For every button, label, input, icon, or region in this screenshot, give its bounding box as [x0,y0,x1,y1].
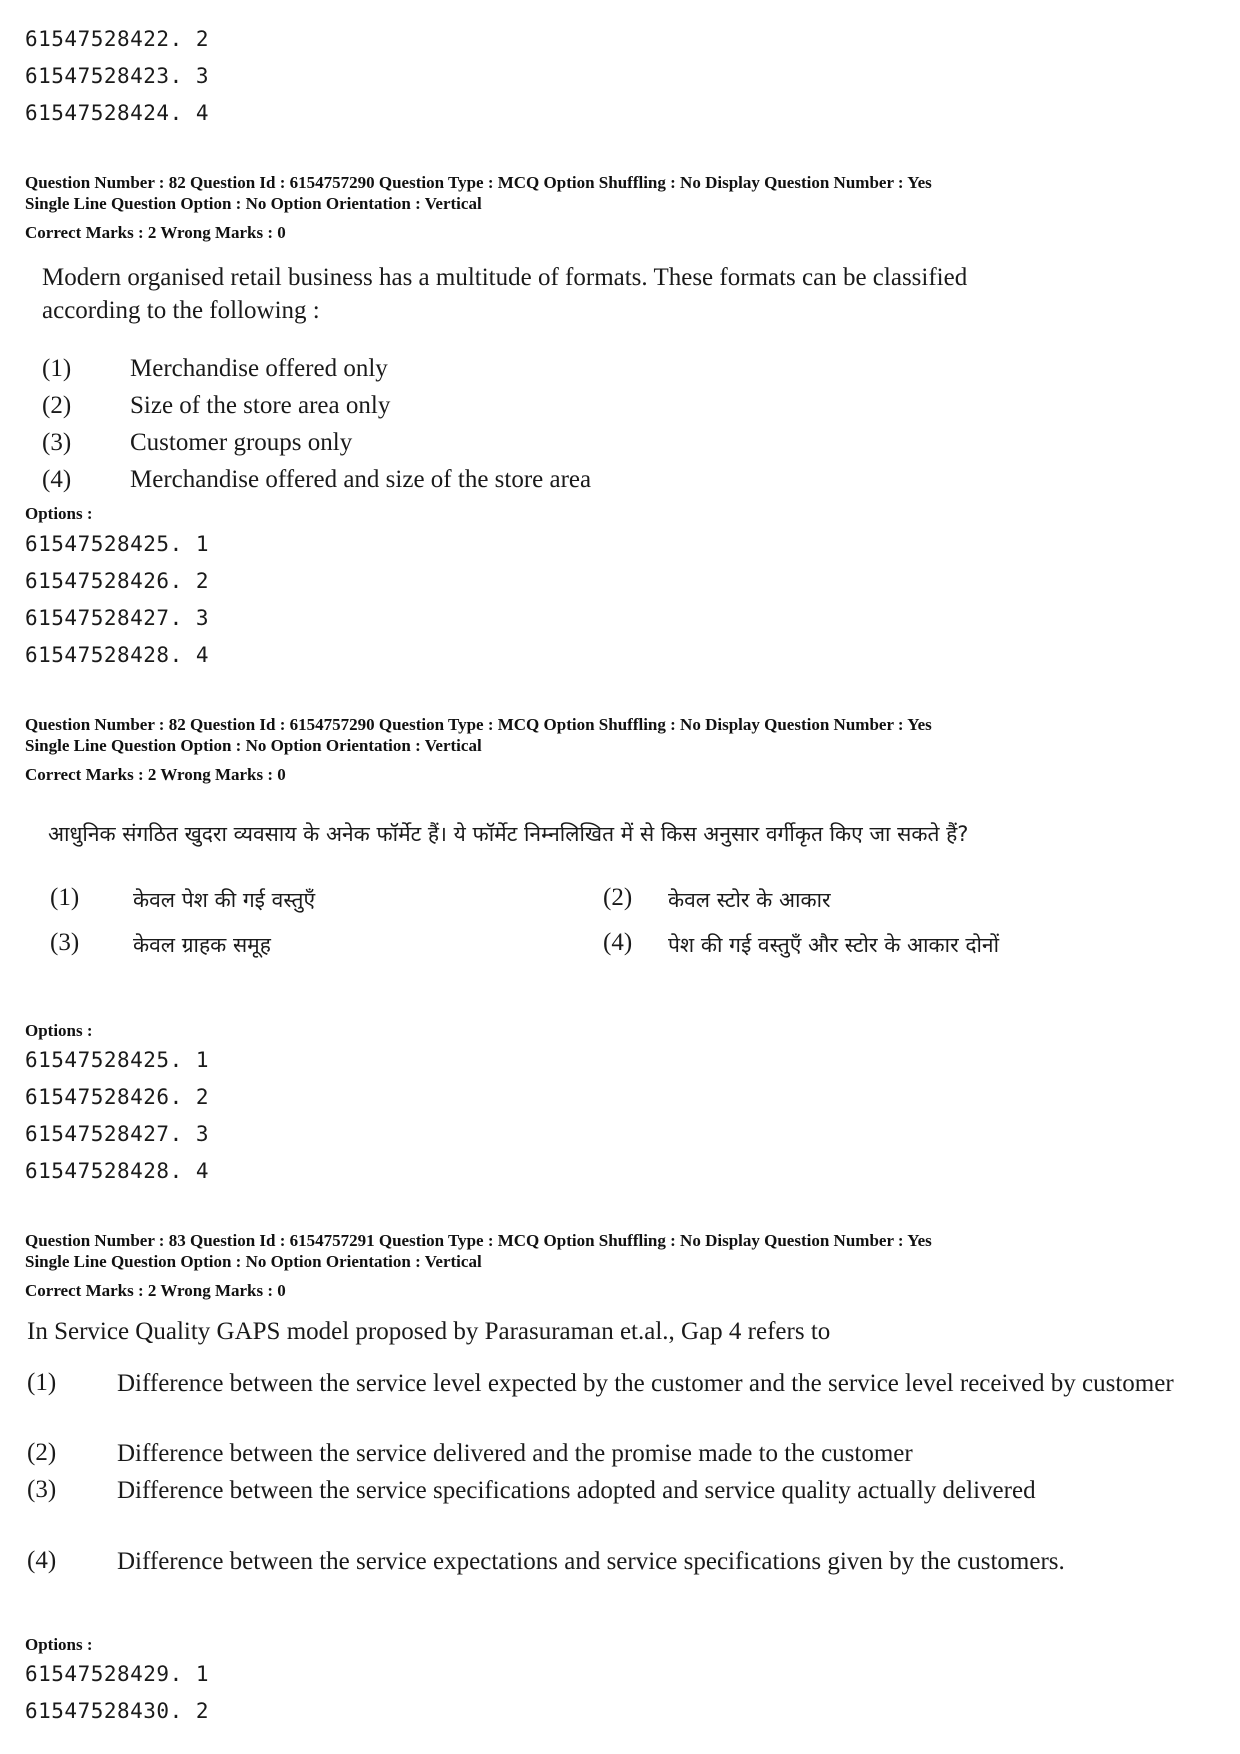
choice-text: Merchandise offered and size of the stor… [130,466,592,493]
option-id-row: 61547528426. 2 [25,1085,210,1109]
question-meta-line: Single Line Question Option : No Option … [25,194,482,213]
option-id-row: 61547528423. 3 [25,64,210,88]
choice-text: Difference between the service expectati… [117,1548,1065,1575]
choice-text: केवल पेश की गई वस्तुएँ [133,888,316,912]
option-id-row: 61547528425. 1 [25,1048,210,1072]
choice-text: Size of the store area only [130,392,391,419]
question-text: according to the following : [42,297,320,324]
choice-label: (3) [27,1476,57,1503]
question-meta-line: Question Number : 82 Question Id : 61547… [25,715,932,734]
option-id-row: 61547528428. 4 [25,1159,210,1183]
choice-label: (3) [50,929,80,956]
option-id-row: 61547528429. 1 [25,1662,210,1686]
options-heading: Options : [25,1635,93,1654]
choice-label: (1) [42,355,72,382]
question-meta-line: Question Number : 83 Question Id : 61547… [25,1231,932,1250]
choice-label: (2) [27,1439,57,1466]
option-id-row: 61547528428. 4 [25,643,210,667]
question-text-hindi: आधुनिक संगठित खुदरा व्यवसाय के अनेक फॉर्… [48,822,969,846]
choice-text: केवल स्टोर के आकार [668,888,831,912]
question-meta-line: Question Number : 82 Question Id : 61547… [25,173,932,192]
question-meta-line: Single Line Question Option : No Option … [25,736,482,755]
choice-label: (1) [27,1369,57,1396]
option-id-row: 61547528427. 3 [25,606,210,630]
choice-text: पेश की गई वस्तुएँ और स्टोर के आकार दोनों [668,933,1000,957]
choice-label: (3) [42,429,72,456]
choice-label: (2) [42,392,72,419]
choice-label: (4) [27,1547,57,1574]
choice-text: Merchandise offered only [130,355,388,382]
option-id-row: 61547528430. 2 [25,1699,210,1723]
question-meta-line: Single Line Question Option : No Option … [25,1252,482,1271]
choice-label: (1) [50,884,80,911]
choice-label: (4) [603,929,633,956]
choice-label: (4) [42,466,72,493]
choice-label: (2) [603,884,633,911]
marks-line: Correct Marks : 2 Wrong Marks : 0 [25,765,286,784]
marks-line: Correct Marks : 2 Wrong Marks : 0 [25,223,286,242]
choice-text: केवल ग्राहक समूह [133,933,271,957]
choice-text: Difference between the service specifica… [117,1477,1036,1504]
marks-line: Correct Marks : 2 Wrong Marks : 0 [25,1281,286,1300]
options-heading: Options : [25,1021,93,1040]
option-id-row: 61547528424. 4 [25,101,210,125]
choice-text: Difference between the service level exp… [117,1370,1174,1397]
option-id-row: 61547528425. 1 [25,532,210,556]
option-id-row: 61547528422. 2 [25,27,210,51]
question-text: Modern organised retail business has a m… [42,264,968,291]
choice-text: Difference between the service delivered… [117,1440,913,1467]
options-heading: Options : [25,504,93,523]
option-id-row: 61547528426. 2 [25,569,210,593]
choice-text: Customer groups only [130,429,353,456]
option-id-row: 61547528427. 3 [25,1122,210,1146]
question-text: In Service Quality GAPS model proposed b… [27,1318,831,1345]
